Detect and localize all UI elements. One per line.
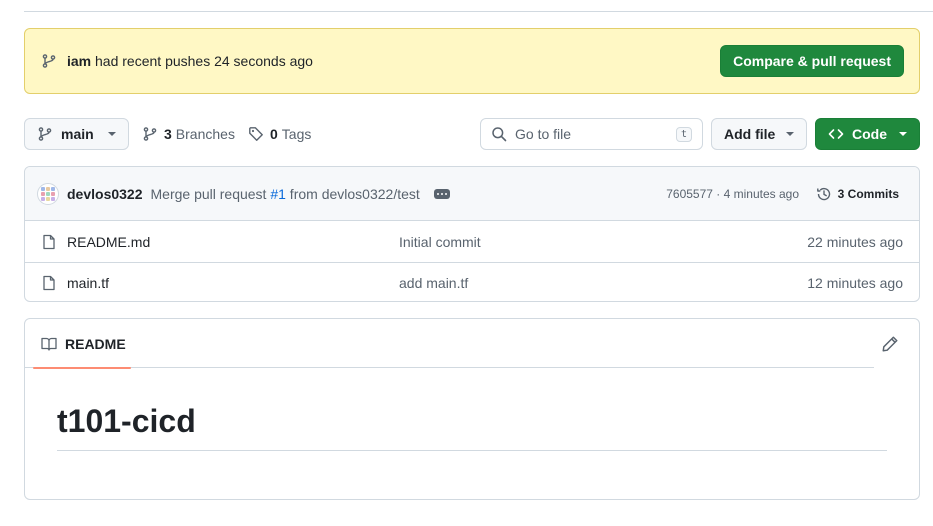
pull-request-link[interactable]: #1 [270,186,286,202]
pencil-icon[interactable] [881,335,899,353]
keyboard-shortcut-hint: t [675,126,692,142]
ellipsis-dot [436,192,439,195]
branch-name: main [61,126,94,142]
commit-hash-time[interactable]: 7605577 · 4 minutes ago [666,187,799,201]
search-icon [492,127,507,142]
latest-commit-row: devlos0322 Merge pull request #1 from de… [25,167,919,221]
chevron-down-icon [786,132,794,136]
go-to-file-search[interactable]: t [480,118,703,150]
expand-commit-button[interactable] [433,188,450,199]
file-icon [43,234,55,249]
branches-count: 3 [164,126,172,142]
file-name[interactable]: main.tf [67,275,109,291]
ellipsis-dot [444,192,447,195]
branches-link[interactable]: 3 Branches [142,118,235,150]
git-branch-icon [42,54,56,68]
git-branch-icon [143,127,157,141]
readme-panel: README t101-cicd [24,318,920,500]
tag-icon [249,127,263,141]
table-row[interactable]: README.md Initial commit 22 minutes ago [25,221,919,262]
readme-tab-label: README [65,335,126,352]
banner-message: iam had recent pushes 24 seconds ago [67,53,313,69]
file-table: devlos0322 Merge pull request #1 from de… [24,166,920,302]
readme-header: README [25,319,874,369]
commit-message-prefix: Merge pull request [150,185,271,202]
chevron-down-icon [108,132,116,136]
commit-author[interactable]: devlos0322 [67,186,143,202]
tags-label: Tags [281,126,312,142]
active-tab-indicator [33,367,131,369]
commits-history-link[interactable]: 3 Commits [816,186,899,202]
add-file-button[interactable]: Add file [711,118,807,150]
commits-count-label: 3 Commits [837,186,899,201]
table-row[interactable]: main.tf add main.tf 12 minutes ago [25,262,919,301]
code-icon [828,129,844,139]
ellipsis-dot [440,192,443,195]
tags-count: 0 [270,126,278,142]
banner-text: had recent pushes 24 seconds ago [95,53,313,69]
file-icon [43,275,55,291]
file-updated-time: 12 minutes ago [807,275,903,291]
chevron-down-icon [899,132,907,136]
history-icon [816,187,830,200]
branches-label: Branches [175,126,235,142]
code-button[interactable]: Code [815,118,920,150]
file-updated-time: 22 minutes ago [807,233,903,250]
go-to-file-input[interactable] [515,126,665,142]
tags-link[interactable]: 0 Tags [248,118,311,150]
top-divider [24,11,933,12]
compare-pull-request-button[interactable]: Compare & pull request [720,45,904,77]
banner-user[interactable]: iam [67,53,91,69]
avatar[interactable] [37,182,59,205]
branch-selector-button[interactable]: main [24,118,129,150]
tab-readme[interactable]: README [33,319,131,369]
file-name[interactable]: README.md [67,234,150,250]
recent-push-banner: iam had recent pushes 24 seconds ago Com… [24,28,920,94]
commit-message[interactable]: Merge pull request #1 from devlos0322/te… [151,186,420,202]
file-commit-message[interactable]: add main.tf [399,275,468,291]
heading-divider [57,450,887,451]
code-label: Code [852,126,887,142]
readme-heading: t101-cicd [57,403,196,439]
file-commit-message[interactable]: Initial commit [399,234,481,250]
book-icon [41,337,57,351]
commit-message-suffix: from devlos0322/test [285,185,420,202]
add-file-label: Add file [724,126,776,142]
git-branch-icon [38,127,52,141]
